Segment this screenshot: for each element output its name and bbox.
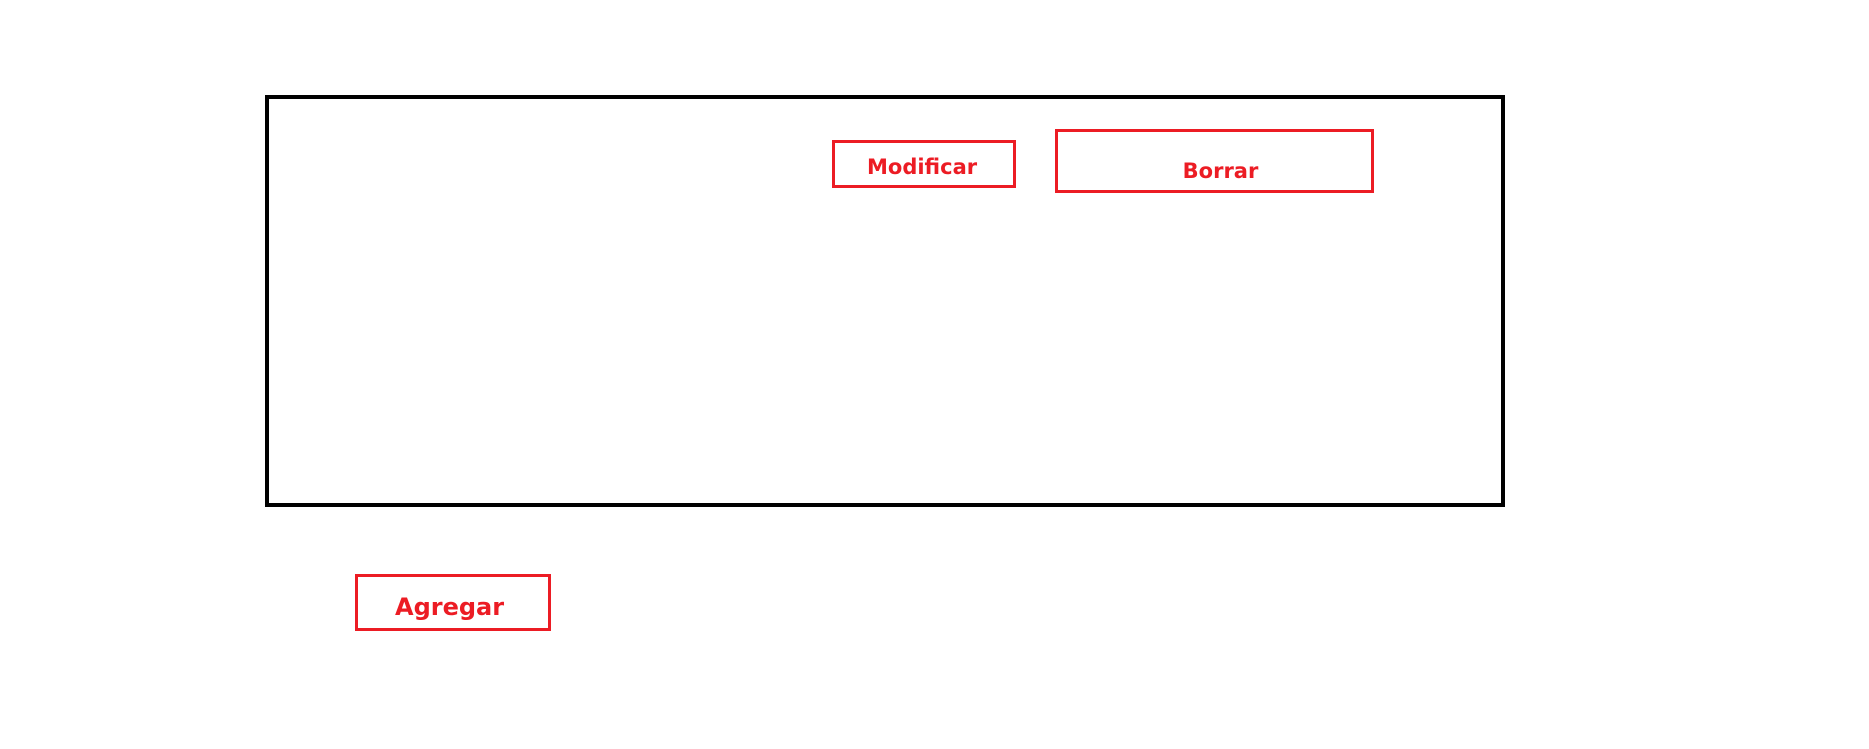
modify-button[interactable]: Modificar bbox=[832, 140, 1016, 188]
delete-button[interactable]: Borrar bbox=[1055, 129, 1374, 193]
add-button[interactable]: Agregar bbox=[355, 574, 551, 631]
